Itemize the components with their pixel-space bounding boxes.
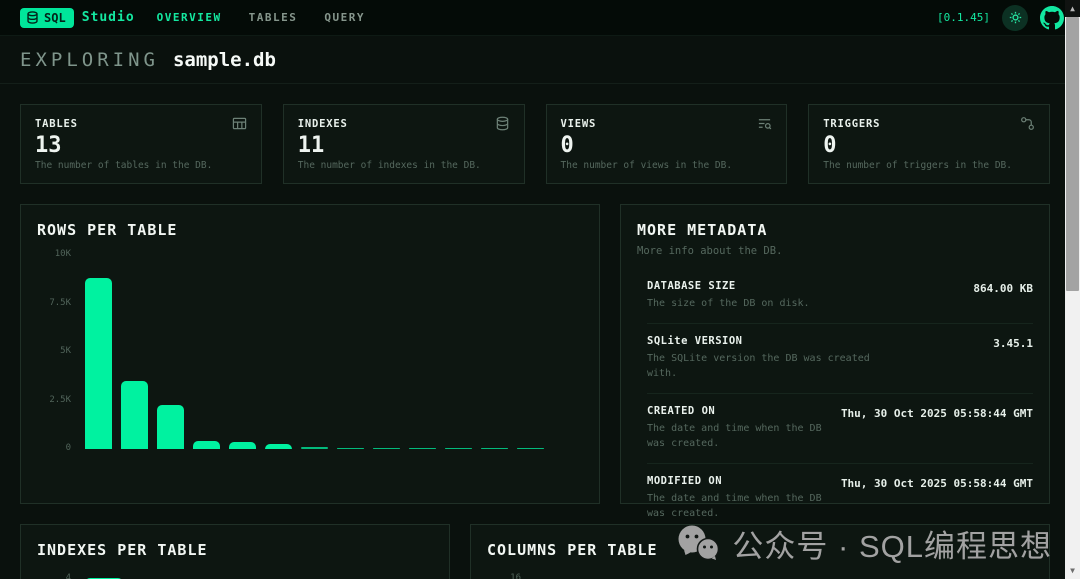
stat-desc: The number of tables in the DB.	[35, 160, 247, 171]
nav-item-tables[interactable]: TABLES	[249, 11, 298, 24]
stat-value: 11	[298, 134, 510, 158]
sun-icon	[1009, 11, 1022, 24]
rows-per-table-yaxis: 10K7.5K5K2.5K0	[37, 255, 71, 449]
chart-bar[interactable]	[157, 405, 184, 449]
metadata-row-database-size: DATABASE SIZE The size of the DB on disk…	[647, 269, 1033, 324]
metadata-row-modified-on: MODIFIED ON The date and time when the D…	[647, 464, 1033, 533]
nav-right: [0.1.45]	[937, 5, 1064, 31]
stat-desc: The number of views in the DB.	[561, 160, 773, 171]
nav-item-query[interactable]: QUERY	[324, 11, 365, 24]
metadata-row-label: MODIFIED ON	[647, 475, 823, 487]
github-link[interactable]	[1040, 6, 1064, 30]
chart-bar[interactable]	[229, 442, 256, 449]
metadata-row-value: Thu, 30 Oct 2025 05:58:44 GMT	[841, 475, 1033, 521]
brand-name: Studio	[82, 10, 135, 25]
stat-desc: The number of triggers in the DB.	[823, 160, 1035, 171]
stat-label: TRIGGERS	[823, 118, 880, 130]
chart-bar[interactable]	[337, 448, 364, 450]
vertical-scrollbar[interactable]: ▲ ▼	[1065, 0, 1080, 579]
indexes-per-table-card: INDEXES PER TABLE 4	[20, 524, 450, 579]
nav-item-overview[interactable]: OVERVIEW	[157, 11, 222, 24]
stat-card-triggers: TRIGGERS 0 The number of triggers in the…	[808, 104, 1050, 184]
database-icon	[26, 11, 39, 24]
stat-cards-row: TABLES 13 The number of tables in the DB…	[20, 104, 1050, 184]
metadata-title: MORE METADATA	[637, 221, 1033, 239]
stat-desc: The number of indexes in the DB.	[298, 160, 510, 171]
db-name: sample.db	[173, 49, 276, 71]
stat-card-views: VIEWS 0 The number of views in the DB.	[546, 104, 788, 184]
list-search-icon	[757, 116, 772, 131]
page-title-eyebrow: EXPLORING	[20, 49, 159, 71]
brand-badge-label: SQL	[44, 11, 66, 25]
chart-title: ROWS PER TABLE	[37, 221, 583, 239]
chart-bar[interactable]	[409, 448, 436, 450]
stat-label: INDEXES	[298, 118, 348, 130]
y-tick-label: 4	[37, 573, 71, 579]
github-icon	[1040, 6, 1064, 30]
chart-bar[interactable]	[373, 448, 400, 450]
metadata-row-desc: The date and time when the DB was create…	[647, 421, 823, 451]
workflow-icon	[1020, 116, 1035, 131]
chart-title: COLUMNS PER TABLE	[487, 541, 1033, 559]
chart-bar[interactable]	[301, 447, 328, 449]
chart-title: INDEXES PER TABLE	[37, 541, 433, 559]
metadata-row-desc: The date and time when the DB was create…	[647, 491, 823, 521]
y-tick-label: 7.5K	[37, 298, 71, 308]
scrollbar-thumb[interactable]	[1066, 17, 1079, 291]
rows-per-table-chart: 10K7.5K5K2.5K0	[37, 255, 583, 469]
stat-card-indexes: INDEXES 11 The number of indexes in the …	[283, 104, 525, 184]
chart-bar[interactable]	[517, 448, 544, 450]
y-tick-label: 16	[487, 573, 521, 579]
top-nav: SQL Studio OVERVIEW TABLES QUERY [0.1.45…	[0, 0, 1080, 36]
metadata-row-desc: The SQLite version the DB was created wi…	[647, 351, 887, 381]
chart-bar[interactable]	[445, 448, 472, 450]
metadata-row-desc: The size of the DB on disk.	[647, 296, 810, 311]
chart-bar[interactable]	[481, 448, 508, 450]
chart-bar[interactable]	[193, 441, 220, 449]
indexes-per-table-chart: 4	[37, 573, 433, 579]
version-label: [0.1.45]	[937, 11, 990, 24]
y-tick-label: 2.5K	[37, 395, 71, 405]
stat-value: 0	[823, 134, 1035, 158]
scrollbar-down-arrow[interactable]: ▼	[1065, 562, 1080, 579]
y-tick-label: 10K	[37, 249, 71, 259]
nav-links: OVERVIEW TABLES QUERY	[157, 11, 365, 24]
metadata-row-value: 864.00 KB	[973, 280, 1033, 311]
chart-bar[interactable]	[85, 278, 112, 449]
scrollbar-up-arrow[interactable]: ▲	[1065, 0, 1080, 17]
metadata-row-sqlite-version: SQLite VERSION The SQLite version the DB…	[647, 324, 1033, 394]
y-tick-label: 0	[37, 443, 71, 453]
y-tick-label: 5K	[37, 346, 71, 356]
rows-per-table-plot	[85, 255, 577, 449]
columns-per-table-chart: 16	[487, 573, 1033, 579]
page-title: EXPLORING sample.db	[0, 36, 1080, 84]
table-icon	[232, 116, 247, 131]
metadata-row-created-on: CREATED ON The date and time when the DB…	[647, 394, 1033, 464]
stat-card-tables: TABLES 13 The number of tables in the DB…	[20, 104, 262, 184]
metadata-row-label: DATABASE SIZE	[647, 280, 810, 292]
metadata-row-value: 3.45.1	[993, 335, 1033, 381]
rows-per-table-card: ROWS PER TABLE 10K 7.5K 5K 2.5K 0	[20, 204, 600, 504]
metadata-rows: DATABASE SIZE The size of the DB on disk…	[637, 269, 1033, 533]
chart-bar[interactable]	[265, 444, 292, 449]
stat-value: 0	[561, 134, 773, 158]
metadata-row-label: SQLite VERSION	[647, 335, 887, 347]
app-logo[interactable]: SQL Studio	[20, 8, 135, 28]
metadata-row-value: Thu, 30 Oct 2025 05:58:44 GMT	[841, 405, 1033, 451]
theme-toggle-button[interactable]	[1002, 5, 1028, 31]
sql-badge: SQL	[20, 8, 74, 28]
stat-value: 13	[35, 134, 247, 158]
stat-label: VIEWS	[561, 118, 597, 130]
database-icon	[495, 116, 510, 131]
more-metadata-card: MORE METADATA More info about the DB. DA…	[620, 204, 1050, 504]
chart-bar[interactable]	[121, 381, 148, 449]
metadata-row-label: CREATED ON	[647, 405, 823, 417]
stat-label: TABLES	[35, 118, 78, 130]
columns-per-table-card: COLUMNS PER TABLE 16	[470, 524, 1050, 579]
metadata-subtitle: More info about the DB.	[637, 245, 1033, 257]
